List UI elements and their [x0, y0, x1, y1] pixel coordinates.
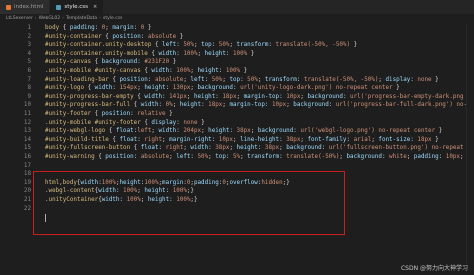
watermark: CSDN @努力向大神学习: [400, 265, 468, 272]
breadcrumb: LtLSexerver › WebGL02 › TemplateData › style.c…: [0, 14, 474, 23]
code-text: #unity-loading-bar { position: absolute;…: [45, 76, 439, 83]
tab-label: style.css: [64, 4, 89, 10]
code-line[interactable]: 5 #unity-canvas { background: #231F20 }: [0, 58, 474, 67]
code-line[interactable]: 2 #unity-container { position: absolute }: [0, 33, 474, 42]
line-number: 4: [27, 50, 31, 57]
breadcrumb-item[interactable]: TemplateData: [66, 16, 97, 21]
line-number: 8: [27, 85, 31, 92]
line-number: 2: [27, 33, 31, 40]
line-number: 22: [23, 205, 31, 212]
code-text: #unity-progress-bar-empty { width: 141px…: [45, 93, 464, 100]
tab-label: index.html: [14, 4, 44, 10]
line-number: 7: [27, 76, 31, 83]
line-number: 15: [23, 145, 31, 152]
code-line[interactable]: 13 #unity-webgl-logo { float:left; width:…: [0, 127, 474, 136]
file-type-icon: [6, 4, 11, 10]
code-line[interactable]: 11 #unity-footer { position: relative }: [0, 110, 474, 119]
chevron-right-icon: ›: [34, 16, 37, 21]
code-line[interactable]: 12 .unity-mobile #unity-footer { display:…: [0, 119, 474, 128]
text-cursor: [45, 214, 46, 222]
line-number: 17: [23, 162, 31, 169]
code-line[interactable]: 8 #unity-logo { width: 154px; height: 130…: [0, 84, 474, 93]
line-number: 13: [23, 128, 31, 135]
code-text: .unity-mobile #unity-footer { display: n…: [45, 119, 205, 126]
close-icon[interactable]: ×: [93, 4, 97, 10]
chevron-right-icon: ›: [62, 16, 64, 21]
code-text: #unity-warning { position: absolute; lef…: [45, 154, 474, 160]
code-text: body { padding: 0; margin: 0 }: [45, 25, 152, 31]
code-line[interactable]: 17: [0, 162, 474, 171]
code-text: #unity-container.unity-mobile { width: 1…: [45, 50, 255, 57]
code-text: #unity-fullscreen-button { float: right;…: [45, 145, 474, 152]
line-number: 5: [27, 59, 31, 66]
breadcrumb-item[interactable]: style.css: [103, 16, 122, 21]
line-number: 10: [23, 102, 31, 109]
red-highlight-annotation: [33, 171, 345, 235]
line-number: 21: [23, 197, 31, 203]
code-line[interactable]: 9 #unity-progress-bar-empty { width: 141p…: [0, 93, 474, 102]
line-number: 19: [23, 179, 31, 186]
tab-1[interactable]: style.css ×: [50, 0, 105, 14]
code-line[interactable]: 1 body { padding: 0; margin: 0 }: [0, 24, 474, 33]
code-text: #unity-container.unity-desktop { left: 5…: [45, 42, 358, 49]
line-number: 9: [27, 93, 31, 100]
code-line[interactable]: 7 #unity-loading-bar { position: absolute…: [0, 76, 474, 85]
line-number: 14: [23, 136, 31, 143]
editor-tab-bar: index.html style.css ×: [0, 0, 474, 14]
code-text: #unity-webgl-logo { float:left; width: 2…: [45, 128, 443, 135]
line-number: 1: [27, 25, 31, 31]
code-line[interactable]: 15 #unity-fullscreen-button { float: righ…: [0, 144, 474, 153]
chevron-right-icon: ›: [99, 16, 101, 21]
line-number: 18: [23, 171, 31, 178]
code-text: #unity-build-title { float: right; margi…: [45, 136, 439, 143]
code-line[interactable]: 10 #unity-progress-bar-full { width: 0%; …: [0, 101, 474, 110]
line-number: 6: [27, 68, 31, 74]
code-line[interactable]: 6 .unity-mobile #unity-canvas { width: 10…: [0, 67, 474, 76]
code-text: #unity-logo { width: 154px; height: 130p…: [45, 85, 400, 92]
line-number: 11: [23, 111, 31, 117]
line-number: 3: [27, 42, 31, 49]
code-line[interactable]: 14 #unity-build-title { float: right; mar…: [0, 136, 474, 145]
line-number: 12: [23, 119, 31, 126]
code-text: #unity-canvas { background: #231F20 }: [45, 59, 177, 66]
line-number: 20: [23, 188, 31, 195]
code-text: #unity-footer { position: relative }: [45, 111, 173, 117]
tab-0[interactable]: index.html: [0, 0, 51, 14]
breadcrumb-item[interactable]: WebGL02: [39, 16, 61, 21]
breadcrumb-item[interactable]: LtLSexerver: [6, 16, 33, 21]
editor-scrollbar[interactable]: [466, 24, 474, 264]
code-line[interactable]: 16 #unity-warning { position: absolute; l…: [0, 153, 474, 162]
code-text: .unity-mobile #unity-canvas { width: 100…: [45, 68, 248, 74]
code-line[interactable]: 4 #unity-container.unity-mobile { width: …: [0, 50, 474, 59]
file-type-icon: [56, 4, 62, 10]
code-text: #unity-container { position: absolute }: [45, 33, 184, 40]
code-text: #unity-progress-bar-full { width: 0%; he…: [45, 102, 474, 109]
code-line[interactable]: 3 #unity-container.unity-desktop { left: …: [0, 41, 474, 50]
line-number: 16: [23, 154, 31, 160]
